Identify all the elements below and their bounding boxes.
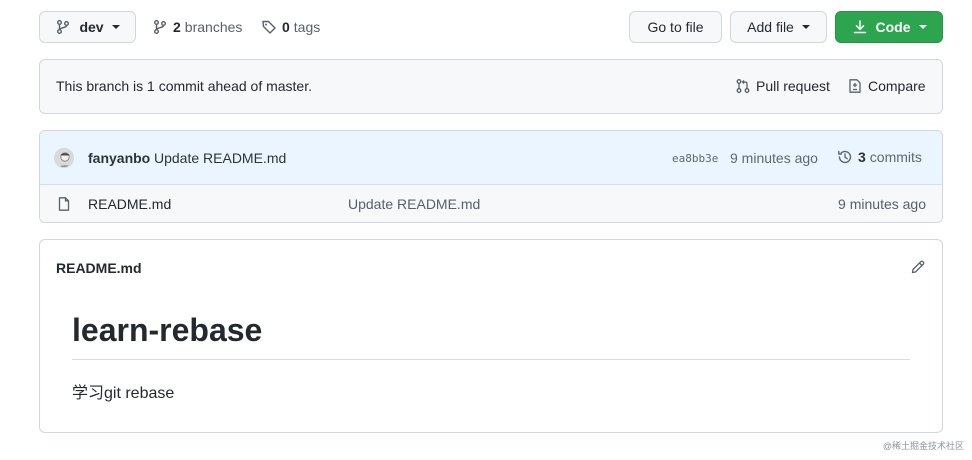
readme-body: 学习git rebase [72, 385, 175, 402]
commits-link[interactable]: 3 commits [837, 149, 922, 165]
tag-icon [261, 19, 277, 35]
heading-divider [72, 359, 910, 360]
tags-link[interactable]: 0 tags [261, 17, 320, 37]
pencil-icon[interactable] [910, 259, 926, 275]
branch-select-label: dev [79, 19, 104, 35]
avatar[interactable] [54, 148, 74, 168]
code-label: Code [875, 19, 911, 35]
branches-count: 2 [173, 19, 181, 35]
readme-heading: learn-rebase [72, 312, 263, 348]
branches-label: branches [184, 19, 243, 35]
commit-time: 9 minutes ago [730, 150, 818, 166]
commit-message[interactable]: Update README.md [154, 150, 286, 166]
branches-link[interactable]: 2 branches [152, 17, 242, 37]
pull-request-icon [735, 78, 751, 94]
branch-status-message: This branch is 1 commit ahead of master. [56, 78, 312, 94]
branch-status-banner: This branch is 1 commit ahead of master.… [39, 59, 943, 114]
chevron-down-icon [918, 25, 927, 29]
file-icon [56, 196, 72, 212]
download-icon [852, 19, 868, 35]
commit-author[interactable]: fanyanbo [88, 150, 150, 166]
add-file-button[interactable]: Add file [730, 11, 827, 43]
commits-label: commits [869, 149, 922, 165]
branch-icon [152, 19, 168, 35]
go-to-file-button[interactable]: Go to file [629, 11, 722, 43]
code-button[interactable]: Code [835, 11, 943, 43]
chevron-down-icon [111, 25, 120, 29]
branch-icon [55, 19, 71, 35]
compare-link[interactable]: Compare [847, 78, 926, 94]
add-file-label: Add file [747, 19, 794, 35]
compare-icon [847, 78, 863, 94]
list-item[interactable]: README.md Update README.md 9 minutes ago [40, 185, 942, 222]
history-icon [837, 149, 853, 165]
file-time: 9 minutes ago [838, 196, 926, 212]
readme-panel: README.md learn-rebase 学习git rebase [39, 239, 943, 433]
compare-label: Compare [868, 78, 926, 94]
latest-commit-row: fanyanbo Update README.md ea8bb3e 9 minu… [40, 131, 942, 185]
chevron-down-icon [801, 25, 810, 29]
pull-request-label: Pull request [756, 78, 830, 94]
watermark: @稀土掘金技术社区 [882, 441, 964, 451]
go-to-file-label: Go to file [647, 19, 704, 35]
file-list: fanyanbo Update README.md ea8bb3e 9 minu… [39, 130, 943, 223]
file-commit-message[interactable]: Update README.md [348, 196, 480, 212]
readme-filename[interactable]: README.md [56, 260, 142, 276]
tags-count: 0 [282, 19, 290, 35]
pull-request-link[interactable]: Pull request [735, 78, 830, 94]
tags-label: tags [293, 19, 321, 35]
commits-count: 3 [858, 149, 866, 165]
file-name[interactable]: README.md [88, 196, 171, 212]
branch-select-button[interactable]: dev [39, 11, 136, 43]
commit-sha[interactable]: ea8bb3e [672, 152, 718, 165]
